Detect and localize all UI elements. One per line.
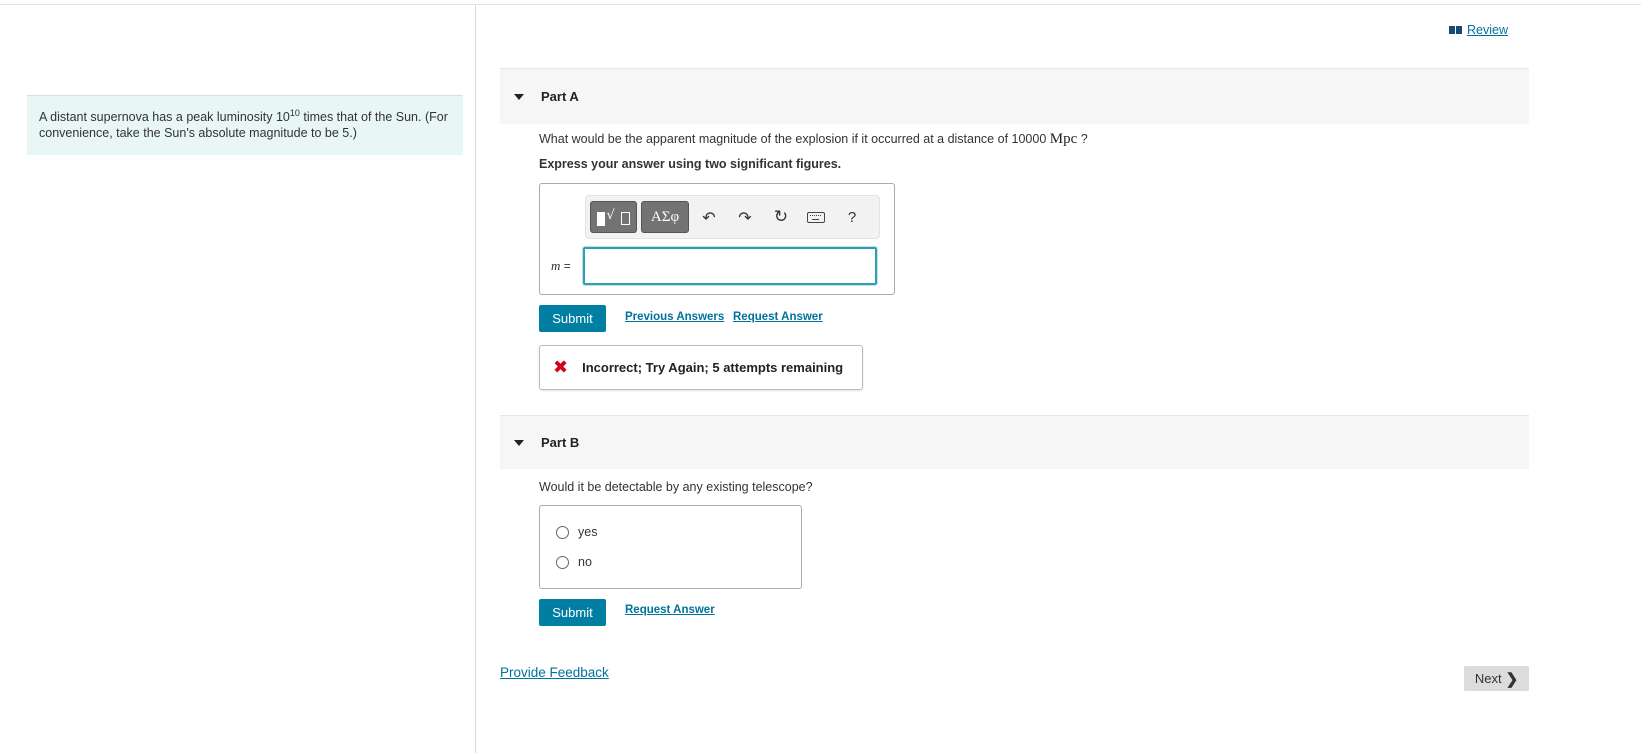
answer-editor: √ ΑΣφ ↶ ↷ ↻ ? m = xyxy=(539,183,895,295)
incorrect-x-icon: ✖ xyxy=(553,357,569,378)
feedback-message-box: ✖ Incorrect; Try Again; 5 attempts remai… xyxy=(539,345,863,390)
option-yes[interactable]: yes xyxy=(556,525,597,539)
equals-sign: = xyxy=(560,259,571,273)
part-b-header[interactable]: Part B xyxy=(500,415,1529,469)
feedback-message: Incorrect; Try Again; 5 attempts remaini… xyxy=(582,360,844,375)
option-label: no xyxy=(578,555,592,569)
math-toolbar: √ ΑΣφ ↶ ↷ ↻ ? xyxy=(585,195,880,239)
previous-answers-link[interactable]: Previous Answers xyxy=(625,311,724,323)
chevron-right-icon: ❯ xyxy=(1505,670,1519,688)
intro-exponent: 10 xyxy=(289,108,300,118)
next-label: Next xyxy=(1474,671,1502,686)
book-icon xyxy=(1449,25,1463,35)
keyboard-icon[interactable] xyxy=(805,206,827,228)
next-button[interactable]: Next ❯ xyxy=(1464,666,1529,691)
column-divider xyxy=(475,5,476,753)
part-a-title: Part A xyxy=(541,89,579,104)
part-a-question: What would be the apparent magnitude of … xyxy=(539,131,1088,148)
part-a-header[interactable]: Part A xyxy=(500,68,1529,124)
greek-symbols-button[interactable]: ΑΣφ xyxy=(641,201,689,233)
caret-down-icon xyxy=(514,93,524,100)
option-no[interactable]: no xyxy=(556,555,592,569)
caret-down-icon xyxy=(514,439,524,446)
radio-button[interactable] xyxy=(556,525,569,539)
question-mark: ? xyxy=(1077,132,1088,146)
help-icon[interactable]: ? xyxy=(841,206,863,228)
intro-text-start: A distant supernova has a peak luminosit… xyxy=(39,110,290,124)
part-a-instruction: Express your answer using two significan… xyxy=(539,157,842,171)
templates-button[interactable]: √ xyxy=(590,201,637,233)
part-a-request-answer-link[interactable]: Request Answer xyxy=(733,311,823,323)
review-label: Review xyxy=(1467,23,1508,37)
part-a-question-text: What would be the apparent magnitude of … xyxy=(539,132,1050,146)
option-label: yes xyxy=(578,525,598,539)
part-b-request-answer-link[interactable]: Request Answer xyxy=(625,604,715,616)
radio-button[interactable] xyxy=(556,555,569,569)
unit-mpc: Mpc xyxy=(1049,131,1078,147)
answer-input[interactable] xyxy=(582,246,878,286)
answer-choices: yes no xyxy=(539,505,802,589)
variable-label: m = xyxy=(551,258,571,274)
part-a-submit-button[interactable]: Submit xyxy=(539,305,606,332)
reset-icon[interactable]: ↻ xyxy=(770,206,792,228)
undo-icon[interactable]: ↶ xyxy=(698,206,720,228)
top-rule xyxy=(0,4,1641,5)
templates-icon: √ xyxy=(595,207,633,227)
provide-feedback-link[interactable]: Provide Feedback xyxy=(500,665,609,680)
problem-intro: A distant supernova has a peak luminosit… xyxy=(27,95,463,155)
part-b-submit-button[interactable]: Submit xyxy=(539,599,606,626)
part-b-question: Would it be detectable by any existing t… xyxy=(539,480,813,494)
part-b-title: Part B xyxy=(541,435,580,450)
variable-symbol: m xyxy=(551,258,561,273)
redo-icon[interactable]: ↷ xyxy=(734,206,756,228)
review-link[interactable]: Review xyxy=(1449,23,1508,37)
